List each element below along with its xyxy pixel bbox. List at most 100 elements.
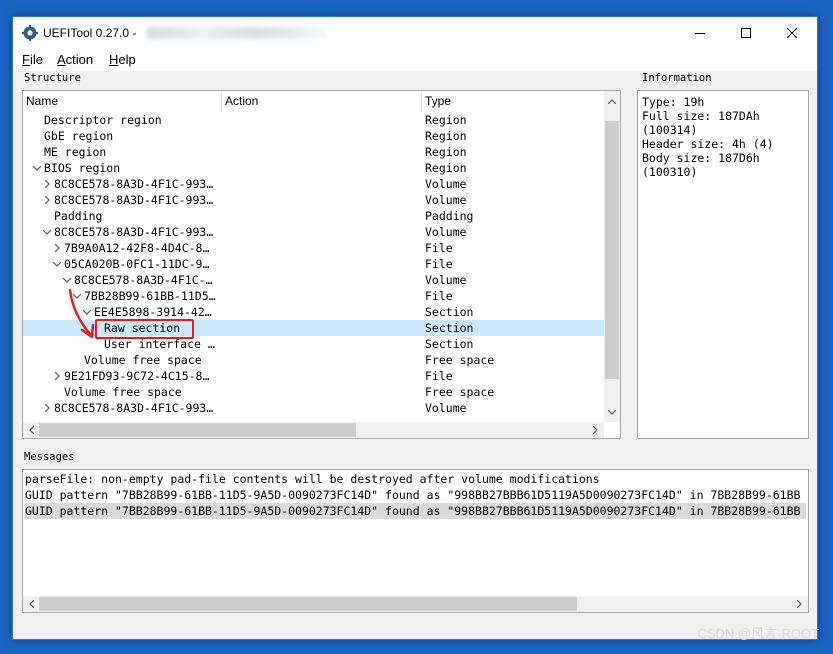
tree-row-type: Region xyxy=(425,161,467,175)
tree-row-type: File xyxy=(425,369,453,383)
csdn-watermark: CSDN @风言-ROOT xyxy=(697,626,819,641)
title-bar[interactable]: UEFITool 0.27.0 - xyxy=(13,17,817,49)
tree-row[interactable]: BIOS region Region xyxy=(23,160,604,176)
tree-row-name: Padding xyxy=(54,209,103,223)
messages-scroll-left-arrow-icon[interactable] xyxy=(23,596,39,612)
tree-row-type: Region xyxy=(425,145,467,159)
minimize-icon xyxy=(695,32,705,34)
tree-row-type: Padding xyxy=(425,209,474,223)
scroll-up-arrow-icon[interactable] xyxy=(604,93,620,109)
annotation-arrow-icon xyxy=(68,288,95,339)
tree-row[interactable]: 8C8CE578-8A3D-4F1C-993… Volume xyxy=(23,224,604,240)
close-icon xyxy=(787,27,797,38)
redacted-title xyxy=(147,27,327,39)
tree-row-type: Free space xyxy=(425,353,495,367)
maximize-button[interactable] xyxy=(723,17,769,48)
tree-row[interactable]: Volume free space Free space xyxy=(23,352,604,368)
tree-row[interactable]: GbE region Region xyxy=(23,128,604,144)
tree-row-type: Volume xyxy=(425,225,467,239)
chevron-down-icon[interactable] xyxy=(42,224,52,240)
message-row[interactable]: parseFile: non-empty pad-file contents w… xyxy=(25,471,806,487)
tree-row-type: Region xyxy=(425,113,467,127)
messages-horizontal-thumb[interactable] xyxy=(39,597,577,611)
tree-row-type: Free space xyxy=(425,385,495,399)
tree-row-name: Volume free space xyxy=(84,353,202,367)
tree-row-type: Volume xyxy=(425,177,467,191)
menu-action[interactable]: Action xyxy=(57,52,93,67)
tree-row-type: Volume xyxy=(425,273,467,287)
structure-horizontal-scrollbar[interactable] xyxy=(23,422,604,438)
menu-file[interactable]: File xyxy=(22,52,43,67)
structure-vertical-scrollbar[interactable] xyxy=(604,91,620,422)
information-label: Information xyxy=(642,72,712,84)
message-row[interactable]: GUID pattern "7BB28B99-61BB-11D5-9A5D-00… xyxy=(25,503,806,519)
chevron-down-icon[interactable] xyxy=(32,160,42,176)
scroll-left-arrow-icon[interactable] xyxy=(23,422,39,438)
tree-row-name: ME region xyxy=(44,145,107,159)
tree-row-name: Descriptor region xyxy=(44,113,162,127)
maximize-icon xyxy=(741,27,751,38)
information-panel[interactable]: Type: 19h Full size: 187DAh (100314) Header… xyxy=(637,90,809,439)
tree-row[interactable]: 7B9A0A12-42F8-4D4C-8… File xyxy=(23,240,604,256)
tree-row-name: Volume free space xyxy=(64,385,182,399)
tree-row[interactable]: Volume free space Free space xyxy=(23,384,604,400)
messages-label: Messages xyxy=(24,451,75,463)
message-row[interactable]: GUID pattern "7BB28B99-61BB-11D5-9A5D-00… xyxy=(25,487,806,503)
column-header-type[interactable]: Type xyxy=(422,91,605,111)
messages-scroll-right-arrow-icon[interactable] xyxy=(791,596,807,612)
tree-row-name: BIOS region xyxy=(44,161,121,175)
info-line: Header size: 4h (4) xyxy=(642,137,774,151)
chevron-right-icon[interactable] xyxy=(52,240,62,256)
scroll-down-arrow-icon[interactable] xyxy=(604,404,620,420)
chevron-right-icon[interactable] xyxy=(42,176,52,192)
tree-row-name: 05CA020B-0FC1-11DC-9… xyxy=(64,257,210,271)
info-line: Full size: 187DAh xyxy=(642,109,760,123)
tree-row-name: EE4E5898-3914-42… xyxy=(94,305,212,319)
tree-row[interactable]: Descriptor region Region xyxy=(23,112,604,128)
chevron-right-icon[interactable] xyxy=(42,400,52,416)
tree-row-type: Section xyxy=(425,305,474,319)
tree-row-name: 8C8CE578-8A3D-4F1C-993… xyxy=(54,177,214,191)
close-button[interactable] xyxy=(769,17,815,48)
tree-row[interactable]: 8C8CE578-8A3D-4F1C-… Volume xyxy=(23,272,604,288)
tree-row-type: File xyxy=(425,241,453,255)
messages-horizontal-scrollbar[interactable] xyxy=(23,596,808,612)
tree-row-type: Section xyxy=(425,321,474,335)
info-line: (100314) xyxy=(642,123,698,137)
tree-row[interactable]: 05CA020B-0FC1-11DC-9… File xyxy=(23,256,604,272)
tree-row[interactable]: ME region Region xyxy=(23,144,604,160)
column-header-action[interactable]: Action xyxy=(222,91,422,111)
tree-row[interactable]: 8C8CE578-8A3D-4F1C-993… Volume xyxy=(23,400,604,416)
tree-row[interactable]: 7BB28B99-61BB-11D5… File xyxy=(23,288,604,304)
menu-bar: File Action Help xyxy=(13,49,817,71)
tree-row-name: GbE region xyxy=(44,129,114,143)
tree-row[interactable]: 8C8CE578-8A3D-4F1C-993… Volume xyxy=(23,176,604,192)
tree-row-type: File xyxy=(425,289,453,303)
tree-row-type: Volume xyxy=(425,193,467,207)
column-header-name[interactable]: Name xyxy=(23,91,222,111)
minimize-button[interactable] xyxy=(677,17,723,48)
tree-row[interactable]: 8C8CE578-8A3D-4F1C-993… Volume xyxy=(23,192,604,208)
messages-list[interactable]: parseFile: non-empty pad-file contents w… xyxy=(22,469,809,613)
annotation-highlight-box xyxy=(95,319,194,339)
tree-row-type: File xyxy=(425,257,453,271)
structure-tree[interactable]: Name Action Type Descriptor region Region… xyxy=(22,90,621,439)
menu-help[interactable]: Help xyxy=(109,52,136,67)
tree-row-type: Section xyxy=(425,337,474,351)
structure-horizontal-thumb[interactable] xyxy=(39,423,356,437)
tree-row[interactable]: 9E21FD93-9C72-4C15-8… File xyxy=(23,368,604,384)
tree-row-type: Volume xyxy=(425,401,467,415)
info-line: Type: 19h xyxy=(642,95,705,109)
chevron-right-icon[interactable] xyxy=(42,192,52,208)
structure-vertical-thumb[interactable] xyxy=(605,121,619,379)
tree-row[interactable]: Padding Padding xyxy=(23,208,604,224)
app-gear-icon xyxy=(22,25,38,41)
scroll-right-arrow-icon[interactable] xyxy=(587,422,603,438)
tree-row-type: Region xyxy=(425,129,467,143)
chevron-down-icon[interactable] xyxy=(52,256,62,272)
tree-row-name: 8C8CE578-8A3D-4F1C-993… xyxy=(54,401,214,415)
tree-row[interactable]: EE4E5898-3914-42… Section xyxy=(23,304,604,320)
window-title: UEFITool 0.27.0 - xyxy=(43,26,137,40)
chevron-right-icon[interactable] xyxy=(52,368,62,384)
tree-row-name: 8C8CE578-8A3D-4F1C-993… xyxy=(54,225,214,239)
